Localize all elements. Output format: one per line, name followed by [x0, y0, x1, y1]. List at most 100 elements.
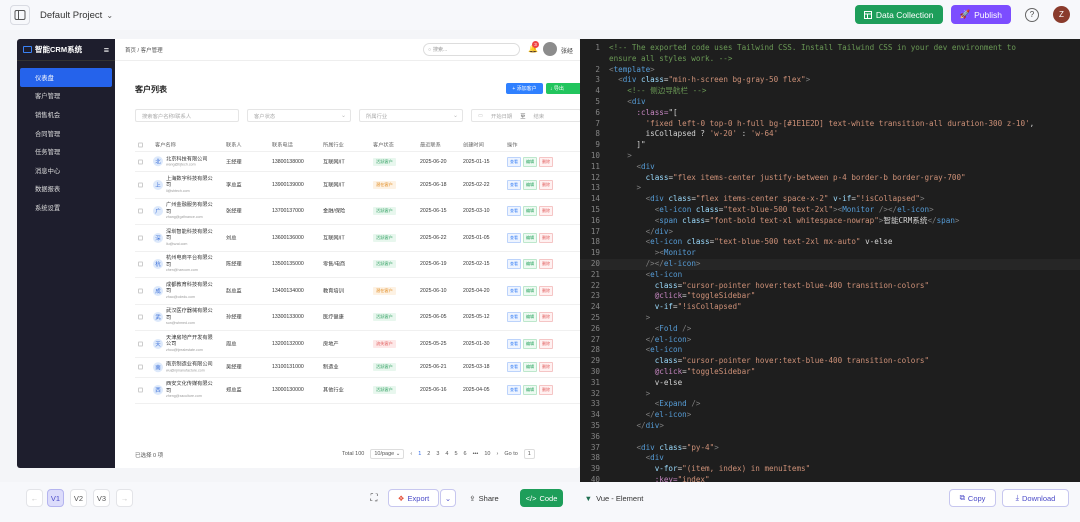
fold-icon[interactable]: ≡	[104, 45, 109, 55]
page-number[interactable]: 2	[427, 451, 430, 457]
customer-name[interactable]: 广州金融服务有限公司	[166, 202, 214, 215]
sidebar-item[interactable]: 客户管理	[17, 87, 115, 106]
sidebar-item[interactable]: 销售机会	[17, 105, 115, 124]
next-version-button[interactable]: →	[116, 489, 133, 507]
bell-icon[interactable]: 🔔 3	[528, 41, 539, 53]
delete-button[interactable]: 删除	[539, 179, 553, 190]
row-checkbox[interactable]	[138, 288, 143, 294]
delete-button[interactable]: 删除	[539, 362, 553, 372]
row-checkbox[interactable]	[138, 159, 143, 164]
delete-button[interactable]: 删除	[539, 385, 553, 396]
sidebar-item[interactable]: 消息中心	[17, 161, 115, 180]
view-button[interactable]: 查看	[507, 206, 521, 217]
add-customer-button[interactable]: + 添加客户	[506, 83, 543, 94]
preview-search-input[interactable]: ○ 搜索...	[423, 43, 520, 56]
page-number[interactable]: 1	[418, 451, 421, 457]
delete-button[interactable]: 删除	[539, 259, 553, 270]
row-checkbox[interactable]	[138, 341, 143, 347]
sidebar-item[interactable]: 合同管理	[17, 124, 115, 143]
view-button[interactable]: 查看	[507, 338, 521, 349]
export-dropdown-button[interactable]: ⌄	[440, 489, 456, 507]
project-selector[interactable]: Default Project ⌄	[40, 10, 113, 21]
edit-button[interactable]: 编辑	[523, 285, 537, 296]
industry-select[interactable]: 所属行业 ⌄	[359, 109, 463, 122]
preview-user-avatar[interactable]	[543, 42, 557, 56]
delete-button[interactable]: 删除	[539, 206, 553, 217]
view-button[interactable]: 查看	[507, 156, 521, 167]
delete-button[interactable]: 删除	[539, 312, 553, 323]
row-checkbox[interactable]	[138, 314, 143, 320]
page-size-select[interactable]: 10/page ⌄	[370, 449, 405, 459]
page-number[interactable]: 5	[454, 451, 457, 457]
customer-name[interactable]: 南京制造业有限公司	[166, 361, 214, 368]
prev-page-button[interactable]: ‹	[410, 451, 412, 457]
code-editor[interactable]: 1 <!-- The exported code uses Tailwind CS…	[580, 39, 1080, 482]
code-button[interactable]: </> Code	[520, 489, 563, 507]
page-number[interactable]: 10	[484, 451, 490, 457]
sidebar-item[interactable]: 系统设置	[17, 198, 115, 217]
edit-button[interactable]: 编辑	[523, 259, 537, 270]
sidebar-item[interactable]: 任务管理	[17, 142, 115, 161]
select-all-checkbox[interactable]	[138, 142, 143, 147]
customer-name[interactable]: 成都教育科技有限公司	[166, 282, 214, 295]
view-button[interactable]: 查看	[507, 259, 521, 270]
version-v2-button[interactable]: V2	[70, 489, 87, 507]
customer-name[interactable]: 杭州电商平台有限公司	[166, 255, 214, 268]
edit-button[interactable]: 编辑	[523, 206, 537, 217]
page-number[interactable]: 4	[445, 451, 448, 457]
share-button[interactable]: ⇪ Share	[465, 489, 503, 507]
edit-button[interactable]: 编辑	[523, 312, 537, 323]
date-range-picker[interactable]: ▭ 开始日期 至 结束	[471, 109, 580, 122]
view-button[interactable]: 查看	[507, 362, 521, 372]
view-button[interactable]: 查看	[507, 285, 521, 296]
edit-button[interactable]: 编辑	[523, 385, 537, 396]
data-collection-button[interactable]: Data Collection	[854, 5, 943, 24]
page-number[interactable]: 3	[436, 451, 439, 457]
help-icon[interactable]: ?	[1025, 7, 1039, 22]
row-checkbox[interactable]	[138, 208, 143, 214]
delete-button[interactable]: 删除	[539, 338, 553, 349]
page-number[interactable]: 6	[464, 451, 467, 457]
customer-name[interactable]: 武汉医疗器械有限公司	[166, 308, 214, 321]
row-checkbox[interactable]	[138, 364, 143, 370]
keyword-search-input[interactable]: 搜索客户名称/联系人	[135, 109, 239, 122]
customer-name[interactable]: 北京科技有限公司	[166, 156, 214, 163]
version-v3-button[interactable]: V3	[93, 489, 110, 507]
user-avatar[interactable]: Z	[1053, 6, 1070, 23]
delete-button[interactable]: 删除	[539, 285, 553, 296]
view-button[interactable]: 查看	[507, 385, 521, 396]
edit-button[interactable]: 编辑	[523, 179, 537, 190]
customer-name[interactable]: 西安文化传媒有限公司	[166, 381, 214, 394]
status-select[interactable]: 客户状态 ⌄	[247, 109, 351, 122]
delete-button[interactable]: 删除	[539, 156, 553, 167]
download-button[interactable]: ⤓ Download	[1002, 489, 1069, 507]
view-button[interactable]: 查看	[507, 312, 521, 323]
delete-button[interactable]: 删除	[539, 232, 553, 243]
edit-button[interactable]: 编辑	[523, 156, 537, 167]
export-customers-button[interactable]: ↓ 导出	[546, 83, 580, 94]
row-checkbox[interactable]	[138, 182, 143, 188]
customer-name[interactable]: 深圳智能科技有限公司	[166, 229, 214, 242]
row-checkbox[interactable]	[138, 235, 143, 241]
fullscreen-icon[interactable]: ⛶	[367, 489, 381, 507]
version-v1-button[interactable]: V1	[47, 489, 64, 507]
row-checkbox[interactable]	[138, 261, 143, 267]
sidebar-item[interactable]: 仪表盘	[20, 68, 112, 87]
row-checkbox[interactable]	[138, 387, 143, 393]
export-button[interactable]: ❖ Export	[388, 489, 439, 507]
sidebar-item[interactable]: 数据报表	[17, 180, 115, 199]
edit-button[interactable]: 编辑	[523, 338, 537, 349]
customer-name[interactable]: 天津房地产开发有限公司	[166, 335, 214, 348]
view-button[interactable]: 查看	[507, 179, 521, 190]
goto-page-input[interactable]: 1	[523, 449, 535, 459]
view-button[interactable]: 查看	[507, 232, 521, 243]
next-page-button[interactable]: ›	[496, 451, 498, 457]
edit-button[interactable]: 编辑	[523, 232, 537, 243]
customer-name[interactable]: 上海数字科技有限公司	[166, 176, 214, 189]
publish-button[interactable]: 🚀 Publish	[950, 5, 1011, 24]
app-logo[interactable]	[10, 5, 30, 25]
edit-button[interactable]: 编辑	[523, 362, 537, 372]
page-number[interactable]: •••	[473, 451, 479, 457]
copy-button[interactable]: ⧉ Copy	[949, 489, 996, 507]
previous-version-button[interactable]: ←	[26, 489, 43, 507]
